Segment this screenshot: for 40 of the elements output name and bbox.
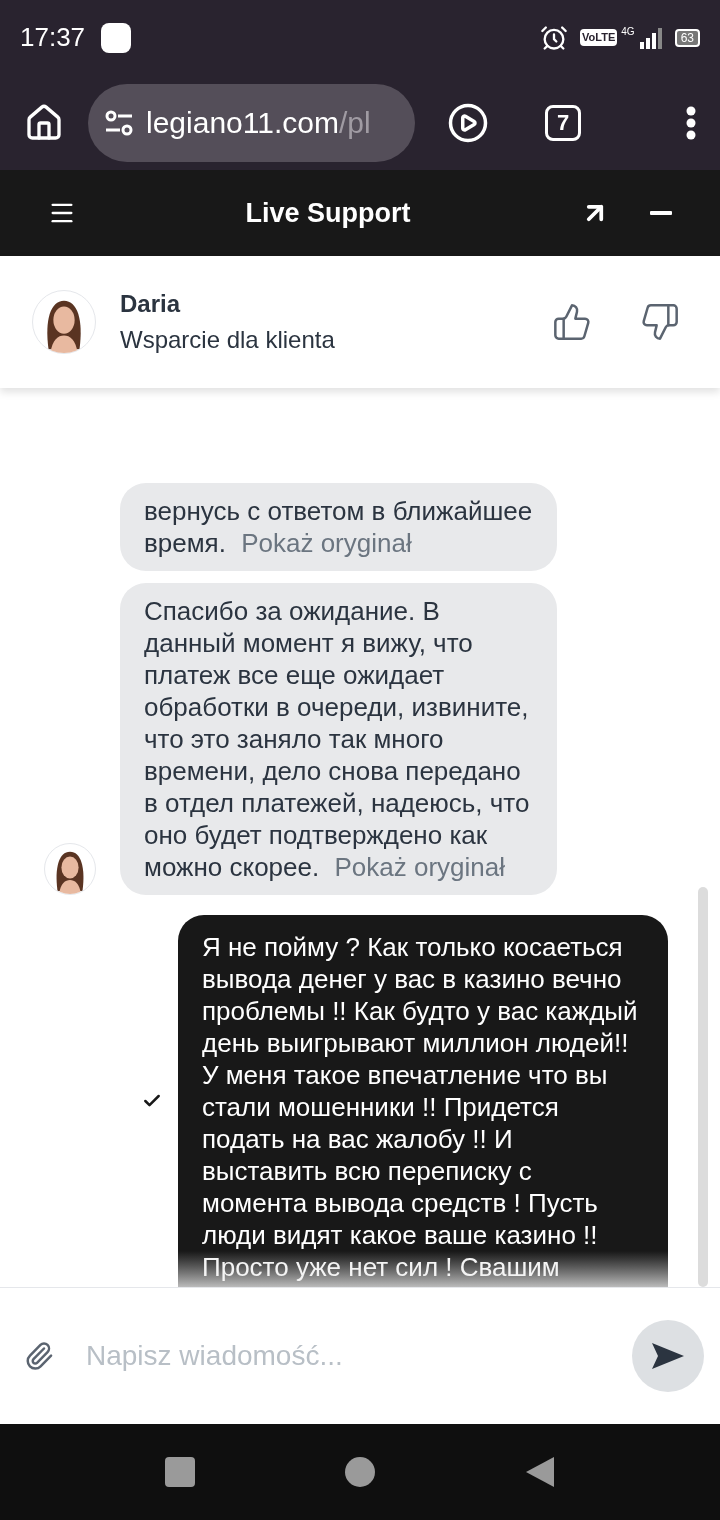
minus-icon [650, 211, 672, 215]
thumbs-up-icon [552, 302, 592, 342]
site-settings-icon [104, 109, 134, 136]
home-nav-button[interactable] [345, 1457, 375, 1487]
network-type: 4G [621, 25, 635, 39]
thumbs-down-button[interactable] [640, 302, 680, 342]
back-icon [525, 1456, 555, 1488]
message-input[interactable]: Napisz wiadomość... [86, 1335, 632, 1377]
thumbs-down-icon [640, 302, 680, 342]
user-message-faded-text: Просто уже нет сил ! Свашим [178, 1251, 668, 1287]
paperclip-icon [24, 1341, 54, 1371]
widget-title: Live Support [245, 196, 411, 230]
volte-badge: VoLTE [580, 29, 618, 46]
show-original-link[interactable]: Pokaż oryginał [241, 528, 412, 558]
agent-role: Wsparcie dla klienta [120, 325, 335, 355]
agent-message: вернусь с ответом в ближайшее время. Pokaż oryginał [120, 483, 557, 571]
battery-level: 63 [674, 28, 700, 47]
avatar [44, 843, 96, 895]
agent-name: Daria [120, 289, 182, 319]
more-menu-button[interactable] [686, 105, 696, 140]
user-message-text: Я не пойму ? Как только косаеться вывода денег у вас в казино вечно проблемы !! Как будто у вас каждый день выигрывают миллион людей!! У меня такое впечатление что вы стали мошенники !! Придется подать на вас жалобу !! И выставить всю переписку с момента вывода средств ! Пусть люди видят какое ваше казино !! [201, 931, 639, 1251]
thumbs-up-button[interactable] [552, 302, 592, 342]
alarm-icon [540, 23, 569, 52]
notification-icon [101, 22, 132, 53]
play-icon [447, 101, 489, 144]
home-button[interactable] [24, 102, 64, 143]
address-bar[interactable]: legiano11.com/pl [88, 83, 415, 162]
show-original-link[interactable]: Pokaż oryginał [334, 852, 505, 882]
agent-message: Спасибо за ожидание. В данный момент я вижу, что платеж все еще ожидает обработки в очереди, извините, что это заняло так много времени, дело снова передано в отдел платежей, надеюсь, что оно будет подтверждено как можно скорее. Pokaż oryginał [120, 583, 557, 895]
signal-icon [638, 26, 663, 49]
send-icon [651, 1342, 685, 1370]
url-text: legiano11.com/pl [146, 105, 371, 141]
home-icon [24, 102, 64, 143]
tab-count-button[interactable]: 7 [545, 104, 581, 141]
more-icon [686, 105, 696, 140]
play-button[interactable] [447, 101, 489, 144]
attach-button[interactable] [24, 1341, 54, 1371]
back-button[interactable] [525, 1456, 555, 1488]
clock-time: 17:37 [20, 21, 86, 54]
scrollbar[interactable] [698, 887, 708, 1287]
